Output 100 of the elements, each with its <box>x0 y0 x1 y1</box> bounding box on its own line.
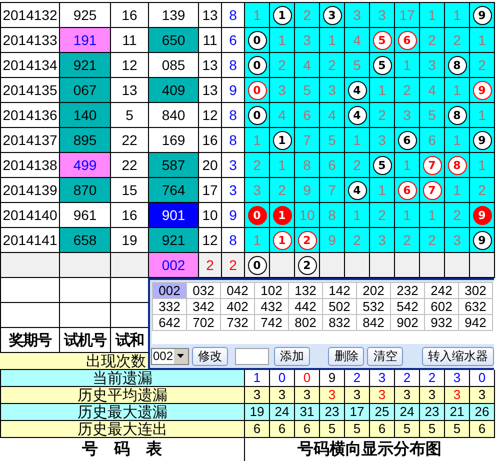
edit-button[interactable]: 修改 <box>192 346 228 366</box>
omission-count: 4 <box>320 102 344 128</box>
number-ball: 9 <box>472 80 492 100</box>
omission-count: 1 <box>394 152 420 178</box>
omission-count: 1 <box>344 202 370 228</box>
table-cell: 2 <box>198 252 222 278</box>
table-cell: 31 <box>294 404 320 420</box>
table-cell: 6 <box>370 420 394 438</box>
omission-count: 10 <box>294 202 320 228</box>
action-button[interactable]: 清空 <box>367 346 404 366</box>
omission-count: 17 <box>394 2 420 28</box>
candidate-number[interactable]: 032 <box>187 283 221 299</box>
table-cell: 499 <box>60 152 110 178</box>
omission-count: 1 <box>420 2 444 28</box>
candidate-number[interactable]: 202 <box>357 283 391 299</box>
action-button[interactable]: 删除 <box>328 346 364 366</box>
action-button[interactable]: 添加 <box>274 346 310 366</box>
number-ball: 0 <box>248 256 266 274</box>
candidate-number[interactable]: 832 <box>323 315 357 331</box>
candidate-number[interactable]: 642 <box>153 315 187 331</box>
candidate-number[interactable]: 232 <box>391 283 425 299</box>
omission-count: 2 <box>444 202 470 228</box>
candidate-number[interactable]: 432 <box>255 299 289 315</box>
omission-count: 1 <box>270 152 294 178</box>
number-ball: 9 <box>472 206 492 224</box>
candidate-number[interactable]: 442 <box>289 299 323 315</box>
candidate-number[interactable]: 132 <box>289 283 323 299</box>
omission-count: 1 <box>244 128 270 152</box>
table-cell: 1 <box>244 370 270 386</box>
table-cell: 587 <box>148 152 198 178</box>
omission-count: 8 <box>320 202 344 228</box>
candidate-number[interactable]: 632 <box>459 299 493 315</box>
candidate-number[interactable]: 332 <box>153 299 187 315</box>
table-cell: 3 <box>394 386 420 404</box>
omission-count: 1 <box>270 28 294 52</box>
omission-count: 3 <box>444 228 470 252</box>
table-cell: 3 <box>244 386 270 404</box>
number-ball: 8 <box>448 156 466 174</box>
candidate-number[interactable]: 042 <box>221 283 255 299</box>
omission-count: 7 <box>294 128 320 152</box>
table-cell: 870 <box>60 178 110 202</box>
number-ball: 5 <box>372 156 392 174</box>
omission-count: 4 <box>294 52 320 78</box>
omission-count: 3 <box>370 228 394 252</box>
candidate-number[interactable]: 242 <box>425 283 459 299</box>
omission-count: 1 <box>344 128 370 152</box>
table-cell: 3 <box>370 370 394 386</box>
table-cell: 5 <box>320 420 344 438</box>
omission-count: 2 <box>394 78 420 102</box>
table-cell: 409 <box>148 78 198 102</box>
omission-count: 2 <box>420 28 444 52</box>
table-cell: 5 <box>420 420 444 438</box>
table-cell: 3 <box>320 386 344 404</box>
candidate-number[interactable]: 142 <box>323 283 357 299</box>
table-cell: 24 <box>270 404 294 420</box>
number-ball: 1 <box>272 230 292 250</box>
table-cell: 2014132 <box>0 2 60 28</box>
omission-count: 1 <box>470 152 494 178</box>
candidate-number[interactable]: 002 <box>153 283 187 299</box>
row-label: 历史平均遗漏 <box>0 386 244 404</box>
row-label: 出现次数 <box>86 353 147 369</box>
omission-count: 2 <box>420 228 444 252</box>
table-cell: 24 <box>394 404 420 420</box>
candidate-number[interactable]: 932 <box>425 315 459 331</box>
omission-count: 5 <box>320 128 344 152</box>
number-ball: 4 <box>348 80 366 100</box>
candidate-number[interactable]: 942 <box>459 315 493 331</box>
omission-count: 6 <box>320 152 344 178</box>
number-dropdown[interactable]: 002 <box>151 348 189 364</box>
table-cell: 191 <box>60 28 110 52</box>
caret-icon <box>177 354 184 358</box>
omission-count: 2 <box>270 178 294 202</box>
table-cell: 6 <box>470 420 494 438</box>
number-ball: 7 <box>422 156 442 174</box>
table-cell: 3 <box>444 370 470 386</box>
input-field[interactable] <box>234 348 269 364</box>
candidate-number[interactable]: 402 <box>221 299 255 315</box>
candidate-number[interactable]: 102 <box>255 283 289 299</box>
candidate-number[interactable]: 542 <box>391 299 425 315</box>
table-cell: 17 <box>344 404 370 420</box>
table-cell: 21 <box>444 404 470 420</box>
candidate-number[interactable]: 902 <box>391 315 425 331</box>
omission-count: 3 <box>394 102 420 128</box>
candidate-number[interactable]: 802 <box>289 315 323 331</box>
number-ball: 0 <box>248 80 266 100</box>
candidate-number[interactable]: 742 <box>255 315 289 331</box>
table-cell: 9 <box>320 370 344 386</box>
omission-count: 2 <box>470 178 494 202</box>
candidate-number[interactable]: 602 <box>425 299 459 315</box>
action-button[interactable]: 转入缩水器 <box>422 346 494 366</box>
number-ball: 6 <box>398 180 416 200</box>
table-cell: 19 <box>244 404 270 420</box>
candidate-number[interactable]: 702 <box>187 315 221 331</box>
candidate-number[interactable]: 532 <box>357 299 391 315</box>
candidate-number[interactable]: 342 <box>187 299 221 315</box>
candidate-number[interactable]: 732 <box>221 315 255 331</box>
candidate-number[interactable]: 842 <box>357 315 391 331</box>
candidate-number[interactable]: 502 <box>323 299 357 315</box>
table-cell: 6 <box>244 420 270 438</box>
candidate-number[interactable]: 302 <box>459 283 493 299</box>
